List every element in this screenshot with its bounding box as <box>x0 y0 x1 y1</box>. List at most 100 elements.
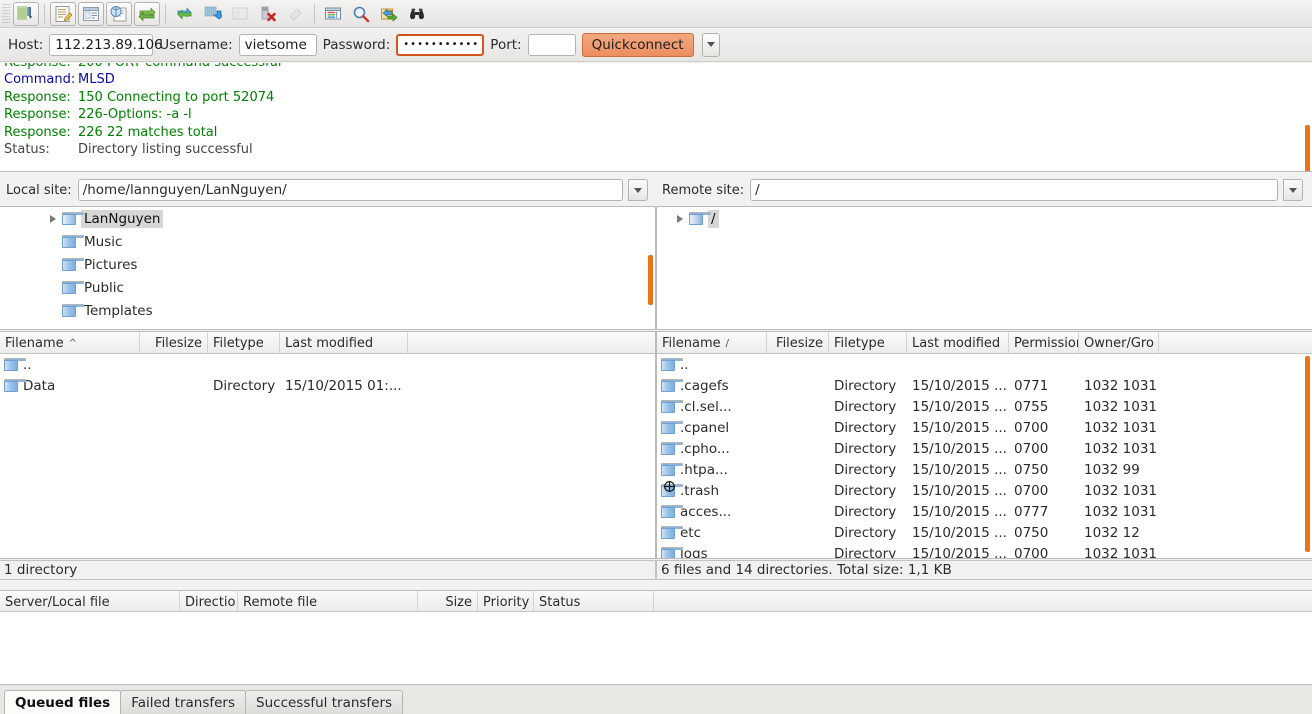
cell-filetype: Directory <box>213 377 276 394</box>
remote-directory-tree[interactable]: / <box>656 206 1312 330</box>
log-scrollbar[interactable] <box>1305 125 1310 171</box>
column-header-remote-file[interactable]: Remote file <box>238 591 418 611</box>
tree-item-lannguyen[interactable]: LanNguyen <box>0 207 655 230</box>
column-header-filename[interactable]: Filename / <box>657 332 767 353</box>
log-label: Response: <box>4 89 71 105</box>
column-header-size[interactable]: Size <box>418 591 478 611</box>
folder-icon <box>661 400 683 413</box>
cell-owner: 1032 1031 <box>1084 377 1158 394</box>
toggle-message-log-icon[interactable] <box>50 1 76 26</box>
log-line: Command: MLSD <box>0 71 1312 88</box>
expand-arrow-icon[interactable] <box>671 214 689 223</box>
remote-file-list[interactable]: Filename / Filesize Filetype Last modifi… <box>656 331 1312 559</box>
local-site-dropdown[interactable] <box>627 179 648 201</box>
column-header-filler <box>1159 332 1312 353</box>
cell-owner: 1032 12 <box>1084 524 1140 541</box>
table-row[interactable]: .. <box>657 354 1312 375</box>
cell-modified: 15/10/2015 ... <box>912 461 1007 478</box>
column-header-last-modified[interactable]: Last modified <box>907 332 1009 353</box>
cell-owner: 1032 1031 <box>1084 440 1158 457</box>
table-row[interactable]: Data Directory 15/10/2015 01:... <box>0 375 655 396</box>
table-row[interactable]: .. <box>0 354 655 375</box>
table-row[interactable]: etc Directory 15/10/2015 ... 0750 1032 12 <box>657 522 1312 543</box>
host-input[interactable]: 112.213.89.106 <box>49 33 163 56</box>
column-header-filetype[interactable]: Filetype <box>829 332 907 353</box>
transfer-queue[interactable]: Server/Local file Directio Remote file S… <box>0 590 1312 684</box>
message-log[interactable]: Response: 200 PORT command successful Co… <box>0 63 1312 172</box>
quickconnect-history-dropdown[interactable] <box>701 32 720 57</box>
port-input[interactable] <box>527 33 576 56</box>
cell-filetype: Directory <box>834 503 897 520</box>
disconnect-icon[interactable] <box>283 2 309 26</box>
filter-icon[interactable] <box>320 2 346 26</box>
column-header-owner-group[interactable]: Owner/Gro <box>1079 332 1159 353</box>
column-header-last-modified[interactable]: Last modified <box>280 332 408 353</box>
compare-directories-icon[interactable] <box>227 2 253 26</box>
cell-last-modified: 15/10/2015 01:... <box>285 377 402 394</box>
column-header-priority[interactable]: Priority <box>478 591 534 611</box>
site-manager-icon[interactable] <box>13 1 39 26</box>
table-row[interactable]: .cl.sel... Directory 15/10/2015 ... 0755 103… <box>657 396 1312 417</box>
table-row[interactable]: .cpho... Directory 15/10/2015 ... 0700 1032 … <box>657 438 1312 459</box>
column-header-filesize[interactable]: Filesize <box>140 332 208 353</box>
table-row[interactable]: .cpanel Directory 15/10/2015 ... 0700 1032 1… <box>657 417 1312 438</box>
username-input[interactable]: vietsome <box>238 33 317 56</box>
table-row[interactable]: acces... Directory 15/10/2015 ... 0777 1032 … <box>657 501 1312 522</box>
tree-item-pictures[interactable]: Pictures <box>0 253 655 276</box>
table-row[interactable]: .cagefs Directory 15/10/2015 ... 0771 1032 1… <box>657 375 1312 396</box>
queue-header: Server/Local file Directio Remote file S… <box>0 591 1312 612</box>
remote-site-dropdown[interactable] <box>1283 179 1304 201</box>
remote-site-input[interactable]: / <box>750 179 1279 201</box>
log-line: Response: 226-Options: -a -l <box>0 106 1312 123</box>
column-header-filler <box>654 591 1312 611</box>
cell-modified: 15/10/2015 ... <box>912 524 1007 541</box>
expand-arrow-icon[interactable] <box>44 214 62 223</box>
column-header-status[interactable]: Status <box>534 591 654 611</box>
tree-item-root[interactable]: / <box>657 207 1312 230</box>
tab-successful-transfers[interactable]: Successful transfers <box>245 690 404 714</box>
toolbar-drag-handle[interactable] <box>2 3 10 24</box>
column-header-direction[interactable]: Directio <box>180 591 238 611</box>
local-status-bar: 1 directory <box>0 560 656 580</box>
toolbar-separator <box>314 3 315 24</box>
search-remote-icon[interactable] <box>348 2 374 26</box>
binoculars-icon[interactable] <box>404 2 430 26</box>
column-header-permission[interactable]: Permission <box>1009 332 1079 353</box>
process-queue-icon[interactable] <box>199 2 225 26</box>
log-text: MLSD <box>78 72 115 88</box>
column-header-filler <box>408 332 655 353</box>
toggle-transfer-log-icon[interactable] <box>106 1 132 26</box>
tab-failed-transfers[interactable]: Failed transfers <box>120 690 247 714</box>
table-row[interactable]: .trash Directory 15/10/2015 ... 0700 1032 10… <box>657 480 1312 501</box>
tree-item-label: Pictures <box>84 256 138 273</box>
synchronized-browsing-icon[interactable] <box>376 2 402 26</box>
local-file-list[interactable]: Filename ^ Filesize Filetype Last modifi… <box>0 331 656 559</box>
tab-queued-files[interactable]: Queued files <box>4 690 122 714</box>
column-header-filetype[interactable]: Filetype <box>208 332 280 353</box>
cell-filename: .cl.sel... <box>657 399 767 415</box>
refresh-icon[interactable] <box>171 2 197 26</box>
toggle-transfer-queue-icon[interactable] <box>134 1 160 26</box>
table-row[interactable]: .htpa... Directory 15/10/2015 ... 0750 1032 … <box>657 459 1312 480</box>
tree-item-templates[interactable]: Templates <box>0 299 655 322</box>
column-header-filename[interactable]: Filename ^ <box>0 332 140 353</box>
cell-permission: 0700 <box>1014 482 1049 499</box>
log-lines: Response: 200 PORT command successful Co… <box>0 63 1312 158</box>
column-header-filesize[interactable]: Filesize <box>767 332 829 353</box>
toggle-directory-tree-icon[interactable] <box>78 1 104 26</box>
table-row[interactable]: logs Directory 15/10/2015 ... 0700 1032 1031 <box>657 543 1312 558</box>
local-directory-tree[interactable]: LanNguyen Music Pictures Public Template… <box>0 206 656 330</box>
local-site-input[interactable]: /home/lannguyen/LanNguyen/ <box>77 179 623 201</box>
folder-icon <box>661 526 683 539</box>
mouse-cursor-icon <box>664 481 675 492</box>
local-tree-scrollbar[interactable] <box>648 255 653 305</box>
quickconnect-button[interactable]: Quickconnect <box>581 32 694 57</box>
column-header-server-local-file[interactable]: Server/Local file <box>0 591 180 611</box>
tree-item-music[interactable]: Music <box>0 230 655 253</box>
remote-list-scrollbar[interactable] <box>1305 356 1310 552</box>
remote-list-rows: .. .cagefs Directory 15/10/2015 ... 0771 1032… <box>657 354 1312 558</box>
folder-icon <box>661 421 683 434</box>
tree-item-public[interactable]: Public <box>0 276 655 299</box>
password-input[interactable]: ••••••••••• <box>396 33 485 56</box>
cancel-operation-icon[interactable] <box>255 2 281 26</box>
